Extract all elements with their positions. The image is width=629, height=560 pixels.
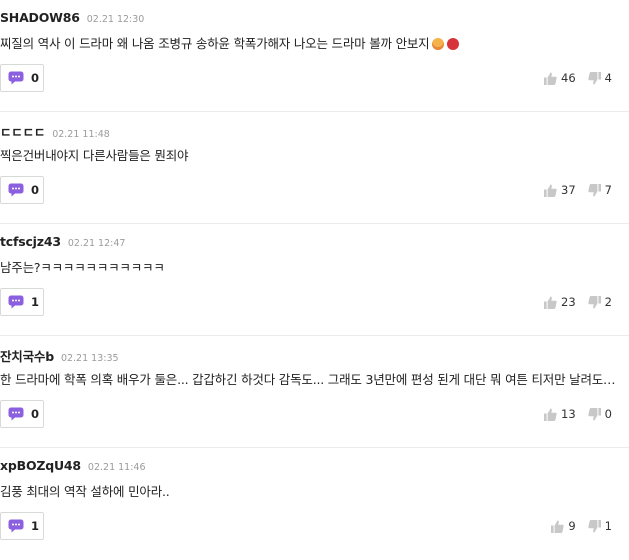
speech-bubble-icon: [8, 519, 24, 533]
like-button[interactable]: 46: [544, 71, 576, 85]
reply-button[interactable]: 0: [0, 176, 44, 204]
comment-author[interactable]: xpBOZqU48: [0, 458, 81, 473]
like-count: 46: [561, 71, 576, 85]
comment-meta: 잔치국수b 02.21 13:35: [0, 346, 119, 364]
dislike-button[interactable]: 7: [588, 183, 612, 197]
thumbs-up-icon: [544, 408, 557, 421]
like-count: 23: [561, 295, 576, 309]
reply-button[interactable]: 0: [0, 64, 44, 92]
like-button[interactable]: 37: [544, 183, 576, 197]
thumbs-up-icon: [544, 72, 557, 85]
comment-author[interactable]: SHADOW86: [0, 10, 80, 25]
like-count: 13: [561, 407, 576, 421]
comment-item: xpBOZqU48 02.21 11:46 김풍 최대의 역작 설하에 민아라.…: [0, 448, 629, 560]
comment-text: 김풍 최대의 역작 설하에 민아라..: [0, 484, 170, 499]
thumbs-down-icon: [588, 183, 601, 196]
dislike-count: 2: [604, 295, 612, 309]
like-count: 9: [568, 519, 576, 533]
comment-timestamp: 02.21 12:30: [86, 14, 145, 25]
dislike-button[interactable]: 1: [588, 519, 612, 533]
reply-count: 0: [31, 183, 40, 197]
dislike-button[interactable]: 2: [588, 295, 612, 309]
dislike-count: 7: [604, 183, 612, 197]
like-button[interactable]: 9: [551, 519, 576, 533]
speech-bubble-icon: [8, 183, 24, 197]
speech-bubble-icon: [8, 407, 24, 421]
like-count: 37: [561, 183, 576, 197]
comment-timestamp: 02.21 11:48: [52, 129, 110, 140]
reply-count: 1: [31, 295, 40, 309]
comment-item: ㄷㄷㄷㄷ 02.21 11:48 찍은건버내야지 다른사람들은 뭔죄야 0 37…: [0, 112, 629, 224]
comment-timestamp: 02.21 11:46: [87, 462, 146, 473]
reply-button[interactable]: 0: [0, 400, 44, 428]
reply-count: 1: [31, 519, 40, 533]
comment-text: 찍은건버내야지 다른사람들은 뭔죄야: [0, 148, 189, 163]
reply-count: 0: [31, 71, 40, 85]
dislike-count: 1: [604, 519, 612, 533]
reply-count: 0: [31, 407, 40, 421]
comment-meta: xpBOZqU48 02.21 11:46: [0, 458, 146, 476]
dislike-button[interactable]: 4: [588, 71, 612, 85]
comment-text: 찌질의 역사 이 드라마 왜 나옴 조병규 송하윤 학폭가해자 나오는 드라마 …: [0, 33, 616, 52]
vote-group: 23 2: [544, 294, 612, 310]
thumbs-down-icon: [588, 295, 601, 308]
thumbs-up-icon: [544, 184, 557, 197]
thumbs-up-icon: [544, 296, 557, 309]
comment-meta: ㄷㄷㄷㄷ 02.21 11:48: [0, 122, 110, 140]
comment-item: tcfscjz43 02.21 12:47 남주는?ㅋㅋㅋㅋㅋㅋㅋㅋㅋㅋㅋ 1 …: [0, 224, 629, 336]
comment-meta: tcfscjz43 02.21 12:47: [0, 234, 125, 252]
reply-button[interactable]: 1: [0, 288, 44, 316]
comment-author[interactable]: tcfscjz43: [0, 234, 61, 249]
dislike-count: 0: [604, 407, 612, 421]
comment-list: SHADOW86 02.21 12:30 찌질의 역사 이 드라마 왜 나옴 조…: [0, 0, 629, 560]
like-button[interactable]: 23: [544, 295, 576, 309]
thumbs-down-icon: [588, 407, 601, 420]
thumbs-down-icon: [588, 71, 601, 84]
comment-meta: SHADOW86 02.21 12:30: [0, 10, 144, 28]
comment-text: 남주는?ㅋㅋㅋㅋㅋㅋㅋㅋㅋㅋㅋ: [0, 260, 165, 275]
speech-bubble-icon: [8, 71, 24, 85]
comment-timestamp: 02.21 13:35: [60, 353, 119, 364]
angry-face-emoji-icon: [447, 38, 460, 50]
vote-group: 46 4: [544, 70, 612, 86]
vote-group: 9 1: [551, 518, 612, 534]
speech-bubble-icon: [8, 295, 24, 309]
comment-item: 잔치국수b 02.21 13:35 한 드라마에 학폭 의혹 배우가 둘은...…: [0, 336, 629, 448]
dislike-count: 4: [604, 71, 612, 85]
vote-group: 13 0: [544, 406, 612, 422]
comment-author[interactable]: 잔치국수b: [0, 346, 54, 365]
reply-button[interactable]: 1: [0, 512, 44, 540]
comment-timestamp: 02.21 12:47: [67, 238, 126, 249]
comment-item: SHADOW86 02.21 12:30 찌질의 역사 이 드라마 왜 나옴 조…: [0, 0, 629, 112]
thumbs-down-icon: [588, 519, 601, 532]
comment-text: 한 드라마에 학폭 의혹 배우가 둘은... 갑갑하긴 하것다 감독도... 그…: [0, 372, 616, 387]
comment-text-content: 찌질의 역사 이 드라마 왜 나옴 조병규 송하윤 학폭가해자 나오는 드라마 …: [0, 36, 430, 51]
dislike-button[interactable]: 0: [588, 407, 612, 421]
vote-group: 37 7: [544, 182, 612, 198]
like-button[interactable]: 13: [544, 407, 576, 421]
hot-face-emoji-icon: [432, 38, 445, 50]
comment-author[interactable]: ㄷㄷㄷㄷ: [0, 122, 45, 141]
thumbs-up-icon: [551, 520, 564, 533]
